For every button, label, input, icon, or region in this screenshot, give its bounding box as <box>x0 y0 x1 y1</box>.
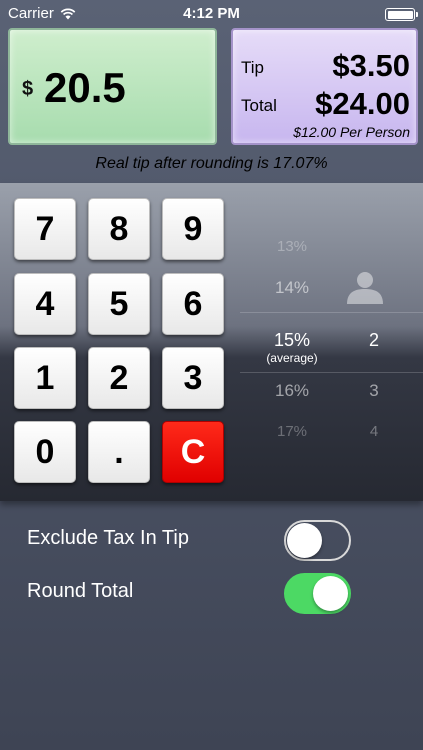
real-tip-note: Real tip after rounding is 17.07% <box>95 155 328 172</box>
key-0[interactable]: 0 <box>14 421 76 483</box>
toggle-knob <box>287 523 322 558</box>
total-value: $24.00 <box>315 86 410 121</box>
person-icon <box>347 272 383 304</box>
clear-button[interactable]: C <box>162 421 224 483</box>
key-4[interactable]: 4 <box>14 273 76 335</box>
round-total-label: Round Total <box>27 580 134 602</box>
key-1[interactable]: 1 <box>14 347 76 409</box>
key-5[interactable]: 5 <box>88 273 150 335</box>
people-count-item[interactable]: 3 <box>344 381 404 401</box>
bill-amount-value: 20.5 <box>44 64 126 111</box>
exclude-tax-toggle[interactable] <box>284 520 351 561</box>
key-2[interactable]: 2 <box>88 347 150 409</box>
picker-selected-sublabel: (average) <box>266 351 318 365</box>
key-7[interactable]: 7 <box>14 198 76 260</box>
picker-selection-line <box>240 372 423 373</box>
tip-value: $3.50 <box>332 48 410 83</box>
tip-summary-panel: Tip $3.50 Total $24.00 $12.00 Per Person <box>231 28 418 145</box>
picker-selection-line <box>240 312 423 313</box>
status-time: 4:12 PM <box>183 5 240 22</box>
bill-amount-display: $ 20.5 <box>8 28 217 145</box>
status-bar: Carrier 4:12 PM <box>0 0 423 28</box>
key-8[interactable]: 8 <box>88 198 150 260</box>
picker-item-tip[interactable]: 17% <box>240 423 344 440</box>
people-count-item[interactable]: 4 <box>344 423 404 440</box>
per-person-amount: $12.00 Per Person <box>293 124 410 140</box>
tip-label: Tip <box>241 58 264 77</box>
exclude-tax-label: Exclude Tax In Tip <box>27 527 189 549</box>
key-3[interactable]: 3 <box>162 347 224 409</box>
total-label: Total <box>241 96 277 115</box>
key-9[interactable]: 9 <box>162 198 224 260</box>
round-total-toggle[interactable] <box>284 573 351 614</box>
currency-symbol: $ <box>22 78 34 100</box>
people-count-selected[interactable]: 2 <box>344 330 404 351</box>
tip-percent-picker[interactable]: 13% 14% 15% (average) 16% 17% 2 3 4 <box>240 183 423 501</box>
picker-item-tip[interactable]: 14% <box>240 278 344 298</box>
key-decimal[interactable]: . <box>88 421 150 483</box>
picker-item-tip[interactable]: 16% <box>240 381 344 401</box>
battery-icon <box>385 8 418 21</box>
picker-item-tip-selected[interactable]: 15% (average) <box>240 330 344 365</box>
toggle-knob <box>313 576 348 611</box>
picker-selected-value: 15% <box>273 330 311 350</box>
key-6[interactable]: 6 <box>162 273 224 335</box>
picker-item-tip[interactable]: 13% <box>240 238 344 255</box>
